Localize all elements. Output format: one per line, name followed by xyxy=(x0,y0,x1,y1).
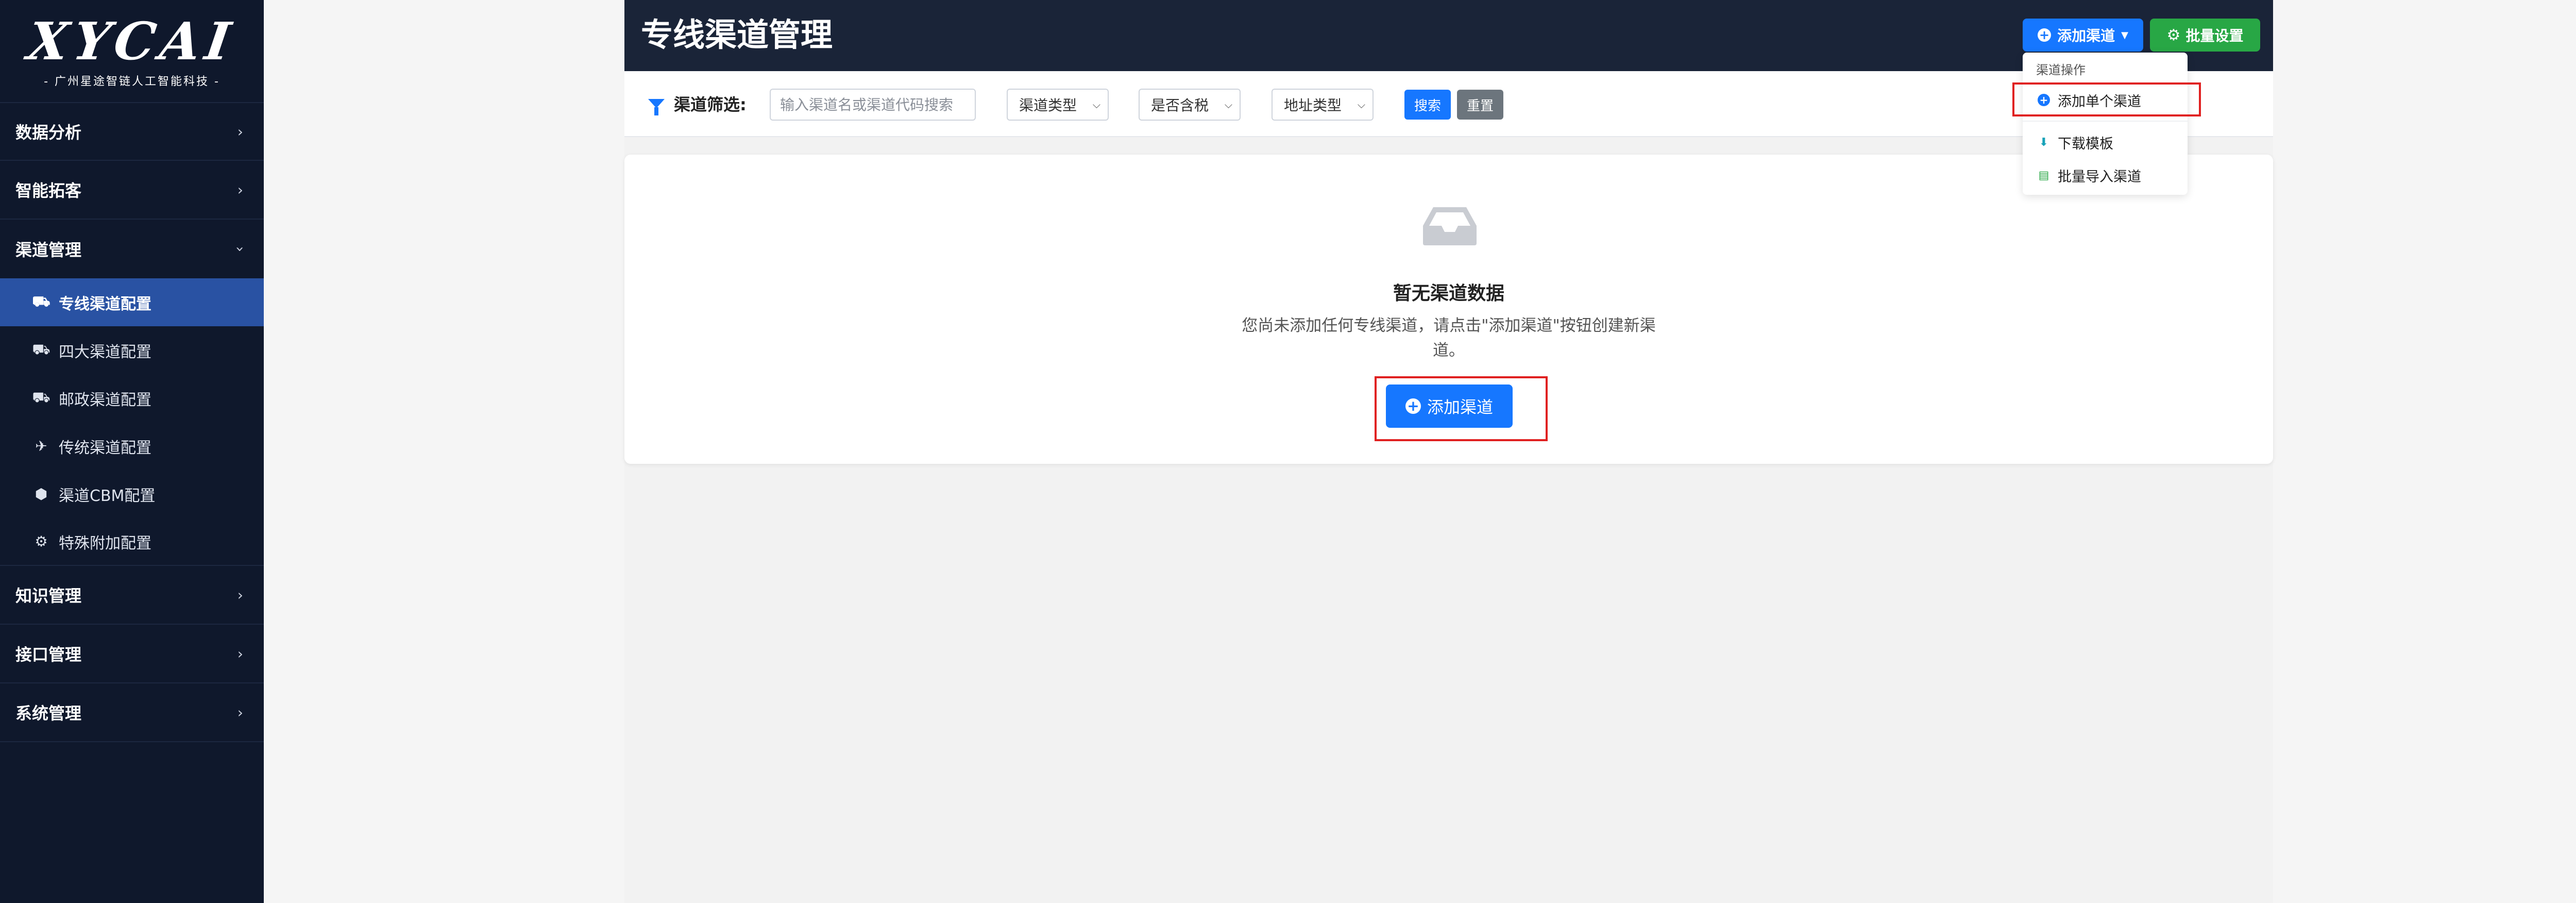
sidebar-item-label: 渠道CBM配置 xyxy=(59,487,156,505)
filter-label: 渠道筛选: xyxy=(648,92,747,115)
menu-header: 渠道操作 xyxy=(2036,63,2086,77)
select-value: 是否含税 xyxy=(1151,97,1209,114)
chevron-right-icon: › xyxy=(237,586,243,604)
logo-mark: XYCAI xyxy=(24,11,240,72)
search-button[interactable]: 搜索 xyxy=(1404,90,1451,120)
empty-state-description: 您尚未添加任何专线渠道，请点击"添加渠道"按钮创建新渠道。 xyxy=(1242,316,1656,360)
empty-state-card: 暂无渠道数据 您尚未添加任何专线渠道，请点击"添加渠道"按钮创建新渠道。 + 添… xyxy=(624,155,2273,464)
nav-group-knowledge[interactable]: 知识管理 › xyxy=(0,566,264,625)
plus-circle-icon: + xyxy=(2037,93,2050,107)
nav-group-label: 智能拓客 xyxy=(15,181,82,200)
truck-icon: ⛟ xyxy=(32,293,50,310)
nav-group-system[interactable]: 系统管理 › xyxy=(0,683,264,742)
menu-item-label: 添加单个渠道 xyxy=(2058,93,2141,110)
sidebar-item-big-four[interactable]: ⛟ 四大渠道配置 xyxy=(0,326,264,374)
batch-settings-button[interactable]: ⚙ 批量设置 xyxy=(2150,19,2260,52)
chevron-down-icon: ⌵ xyxy=(1224,98,1232,111)
sidebar-item-label: 邮政渠道配置 xyxy=(59,391,151,409)
select-value: 渠道类型 xyxy=(1019,97,1077,114)
select-value: 地址类型 xyxy=(1284,97,1342,114)
truck-icon: ⛟ xyxy=(32,341,50,358)
plane-icon: ✈ xyxy=(35,438,47,455)
nav-group-api[interactable]: 接口管理 › xyxy=(0,625,264,683)
tax-included-select[interactable]: 是否含税 ⌵ xyxy=(1139,89,1241,121)
channel-search-input[interactable] xyxy=(770,89,976,121)
file-import-icon: ▤ xyxy=(2038,169,2049,182)
chevron-right-icon: › xyxy=(237,123,243,140)
batch-settings-label: 批量设置 xyxy=(2185,27,2244,44)
plus-circle-icon: + xyxy=(2038,28,2052,42)
sidebar-item-label: 传统渠道配置 xyxy=(59,439,151,457)
add-channel-button[interactable]: + 添加渠道 xyxy=(1386,384,1513,428)
filter-label-text: 渠道筛选: xyxy=(674,95,747,114)
menu-item-label: 下载模板 xyxy=(2058,136,2113,152)
nav-group-smart-prospecting[interactable]: 智能拓客 › xyxy=(0,161,264,220)
cube-icon: ⬢ xyxy=(35,486,48,503)
address-type-select[interactable]: 地址类型 ⌵ xyxy=(1272,89,1374,121)
chevron-down-icon: ⌵ xyxy=(1357,98,1365,111)
page-title: 专线渠道管理 xyxy=(641,16,833,54)
chevron-right-icon: › xyxy=(237,181,243,198)
add-channel-button-label: 添加渠道 xyxy=(1427,397,1493,417)
menu-item-add-single-channel[interactable]: + 添加单个渠道 xyxy=(2023,86,2188,114)
nav-group-label: 数据分析 xyxy=(15,123,82,142)
sidebar: XYCAI - 广州星途智链人工智能科技 - 数据分析 › 智能拓客 › 渠道管… xyxy=(0,0,264,903)
chevron-right-icon: › xyxy=(237,704,243,721)
add-channel-dropdown-button[interactable]: + 添加渠道 ▼ xyxy=(2023,19,2143,52)
download-icon: ⬇ xyxy=(2039,136,2049,149)
sidebar-item-dedicated-line[interactable]: ⛟ 专线渠道配置 xyxy=(0,278,264,326)
chevron-down-icon: ⌵ xyxy=(1092,98,1100,111)
nav-group-label: 知识管理 xyxy=(15,586,82,606)
chevron-right-icon: › xyxy=(237,645,243,662)
sidebar-item-label: 四大渠道配置 xyxy=(59,343,151,361)
channel-type-select[interactable]: 渠道类型 ⌵ xyxy=(1007,89,1109,121)
filter-icon xyxy=(648,99,665,115)
nav-group-data-analysis[interactable]: 数据分析 › xyxy=(0,102,264,161)
logo-subtitle: - 广州星途智链人工智能科技 - xyxy=(44,75,220,88)
nav-group-label: 系统管理 xyxy=(15,704,82,723)
sidebar-item-label: 特殊附加配置 xyxy=(59,534,151,553)
channel-actions-menu: 渠道操作 + 添加单个渠道 ⬇ 下载模板 ▤ 批量导入渠道 xyxy=(2023,53,2188,195)
chevron-down-icon: › xyxy=(231,246,249,252)
sidebar-item-traditional[interactable]: ✈ 传统渠道配置 xyxy=(0,422,264,470)
nav-group-label: 接口管理 xyxy=(15,645,82,664)
gear-icon: ⚙ xyxy=(2166,26,2181,44)
logo: XYCAI - 广州星途智链人工智能科技 - xyxy=(0,0,264,102)
menu-item-batch-import[interactable]: ▤ 批量导入渠道 xyxy=(2023,161,2188,190)
nav-group-channel-management[interactable]: 渠道管理 › xyxy=(0,220,264,278)
empty-state-title: 暂无渠道数据 xyxy=(1393,283,1504,304)
main-content: 专线渠道管理 + 添加渠道 ▼ ⚙ 批量设置 渠道筛选: 渠道类型 ⌵ 是否含税… xyxy=(624,0,2273,903)
sidebar-item-special-extra[interactable]: ⚙ 特殊附加配置 xyxy=(0,518,264,566)
reset-button[interactable]: 重置 xyxy=(1457,90,1503,120)
menu-item-label: 批量导入渠道 xyxy=(2058,169,2141,185)
nav-group-label: 渠道管理 xyxy=(15,240,82,260)
caret-down-icon: ▼ xyxy=(2121,29,2128,41)
menu-divider xyxy=(2023,121,2188,122)
plus-circle-icon: + xyxy=(1405,398,1421,414)
sidebar-item-postal[interactable]: ⛟ 邮政渠道配置 xyxy=(0,374,264,422)
add-channel-label: 添加渠道 xyxy=(2057,27,2115,44)
sidebar-item-cbm[interactable]: ⬢ 渠道CBM配置 xyxy=(0,470,264,518)
inbox-icon xyxy=(1423,207,1477,245)
sidebar-item-label: 专线渠道配置 xyxy=(59,295,151,313)
gear-icon: ⚙ xyxy=(35,533,48,550)
truck-icon: ⛟ xyxy=(32,389,50,406)
menu-item-download-template[interactable]: ⬇ 下载模板 xyxy=(2023,128,2188,157)
